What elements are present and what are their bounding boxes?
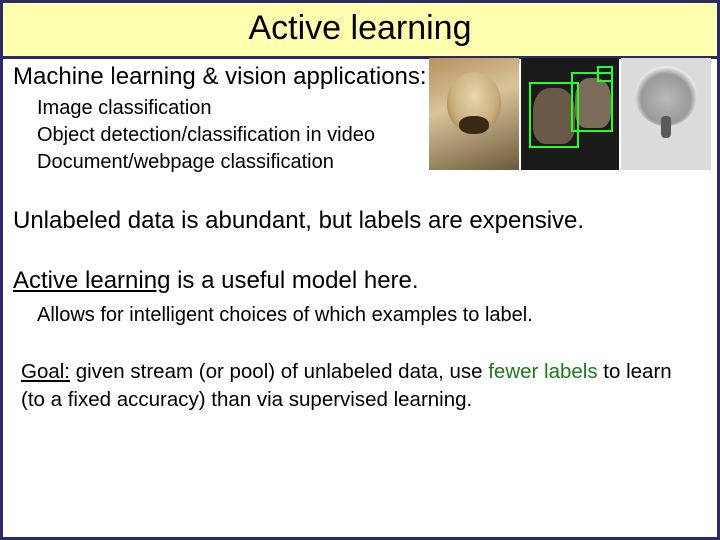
applications-list: Image classification Object detection/cl… xyxy=(37,95,707,176)
list-item: Object detection/classification in video xyxy=(37,122,707,149)
list-item: Document/webpage classification xyxy=(37,149,707,176)
statement-rest: is a useful model here. xyxy=(170,267,418,294)
goal-label: Goal: xyxy=(21,360,70,383)
slide: Active learning Machine learning & visio… xyxy=(0,0,720,540)
statement-unlabeled-data: Unlabeled data is abundant, but labels a… xyxy=(13,206,707,236)
goal-text-a: given stream (or pool) of unlabeled data… xyxy=(70,360,488,383)
list-item: Image classification xyxy=(37,95,707,122)
applications-heading: Machine learning & vision applications: xyxy=(13,63,707,91)
underlined-term: Active learning xyxy=(13,267,170,294)
goal-highlight: fewer labels xyxy=(488,360,597,383)
goal-statement: Goal: given stream (or pool) of unlabele… xyxy=(21,358,707,413)
statement-active-learning: Active learning is a useful model here. xyxy=(13,266,707,296)
title-band: Active learning xyxy=(3,3,717,59)
content-area: Machine learning & vision applications: … xyxy=(3,59,717,413)
active-learning-sub: Allows for intelligent choices of which … xyxy=(37,302,707,328)
slide-title: Active learning xyxy=(3,9,717,48)
